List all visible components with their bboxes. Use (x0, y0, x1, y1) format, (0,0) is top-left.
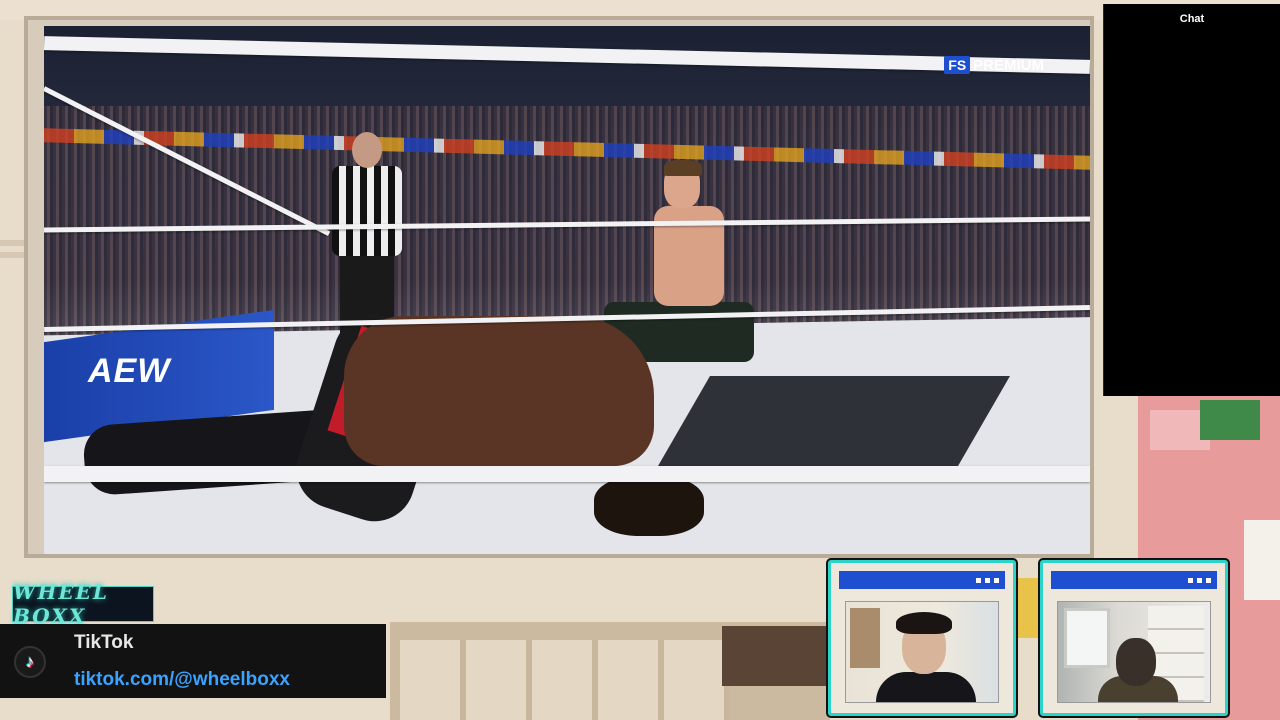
backdrop-keyboard (400, 640, 730, 720)
window-dot-icon (976, 577, 981, 583)
channel-logo: WHEEL BOXX (12, 580, 154, 628)
stream-monitor-frame: AEW FS PREMIUM (24, 16, 1094, 558)
referee-shirt (332, 166, 402, 256)
kneeling-wrestler-hair (664, 160, 702, 176)
host-body (876, 672, 976, 702)
window-dot-icon (985, 577, 990, 583)
background-shelf (850, 608, 880, 668)
window-dot-icon (1197, 577, 1202, 583)
ring-rope-top (44, 36, 1090, 74)
webcam-title-bar (839, 571, 1005, 589)
webcam-host-1 (828, 560, 1016, 716)
window-dot-icon (1188, 577, 1193, 583)
host-head (1116, 638, 1156, 686)
ring-rope-bottom (44, 466, 1090, 482)
apron-logo-text: AEW (88, 352, 171, 390)
webcam-feed (845, 601, 999, 703)
broadcast-badge: FS PREMIUM (944, 56, 1044, 74)
network-logo-icon: FS (944, 56, 971, 74)
tiktok-banner: ♪ TikTok tiktok.com/@wheelboxx (0, 624, 386, 698)
host-hair (896, 612, 952, 634)
window-dot-icon (1206, 577, 1211, 583)
backdrop-plant (1200, 400, 1260, 440)
tiktok-link[interactable]: tiktok.com/@wheelboxx (74, 669, 290, 691)
crawling-wrestler-torso (344, 316, 654, 466)
webcam-title-bar (1051, 571, 1217, 589)
background-window (1064, 608, 1110, 668)
crawling-wrestler-hair (594, 476, 704, 536)
window-dot-icon (994, 577, 999, 583)
backdrop-window (1244, 520, 1280, 600)
stream-video[interactable]: AEW FS PREMIUM (44, 26, 1090, 554)
broadcast-badge-label: PREMIUM (973, 56, 1044, 74)
webcam-host-2 (1040, 560, 1228, 716)
backdrop-dark-block (722, 626, 830, 686)
tiktok-icon: ♪ (14, 646, 46, 678)
webcam-feed (1057, 601, 1211, 703)
referee-head (352, 132, 382, 168)
backdrop-yellow-block (1018, 578, 1040, 638)
chat-title: Chat (1179, 13, 1205, 25)
ring-mat-logo (658, 376, 1010, 466)
tiktok-title: TikTok (74, 632, 134, 653)
chat-panel[interactable]: Chat (1103, 4, 1280, 396)
